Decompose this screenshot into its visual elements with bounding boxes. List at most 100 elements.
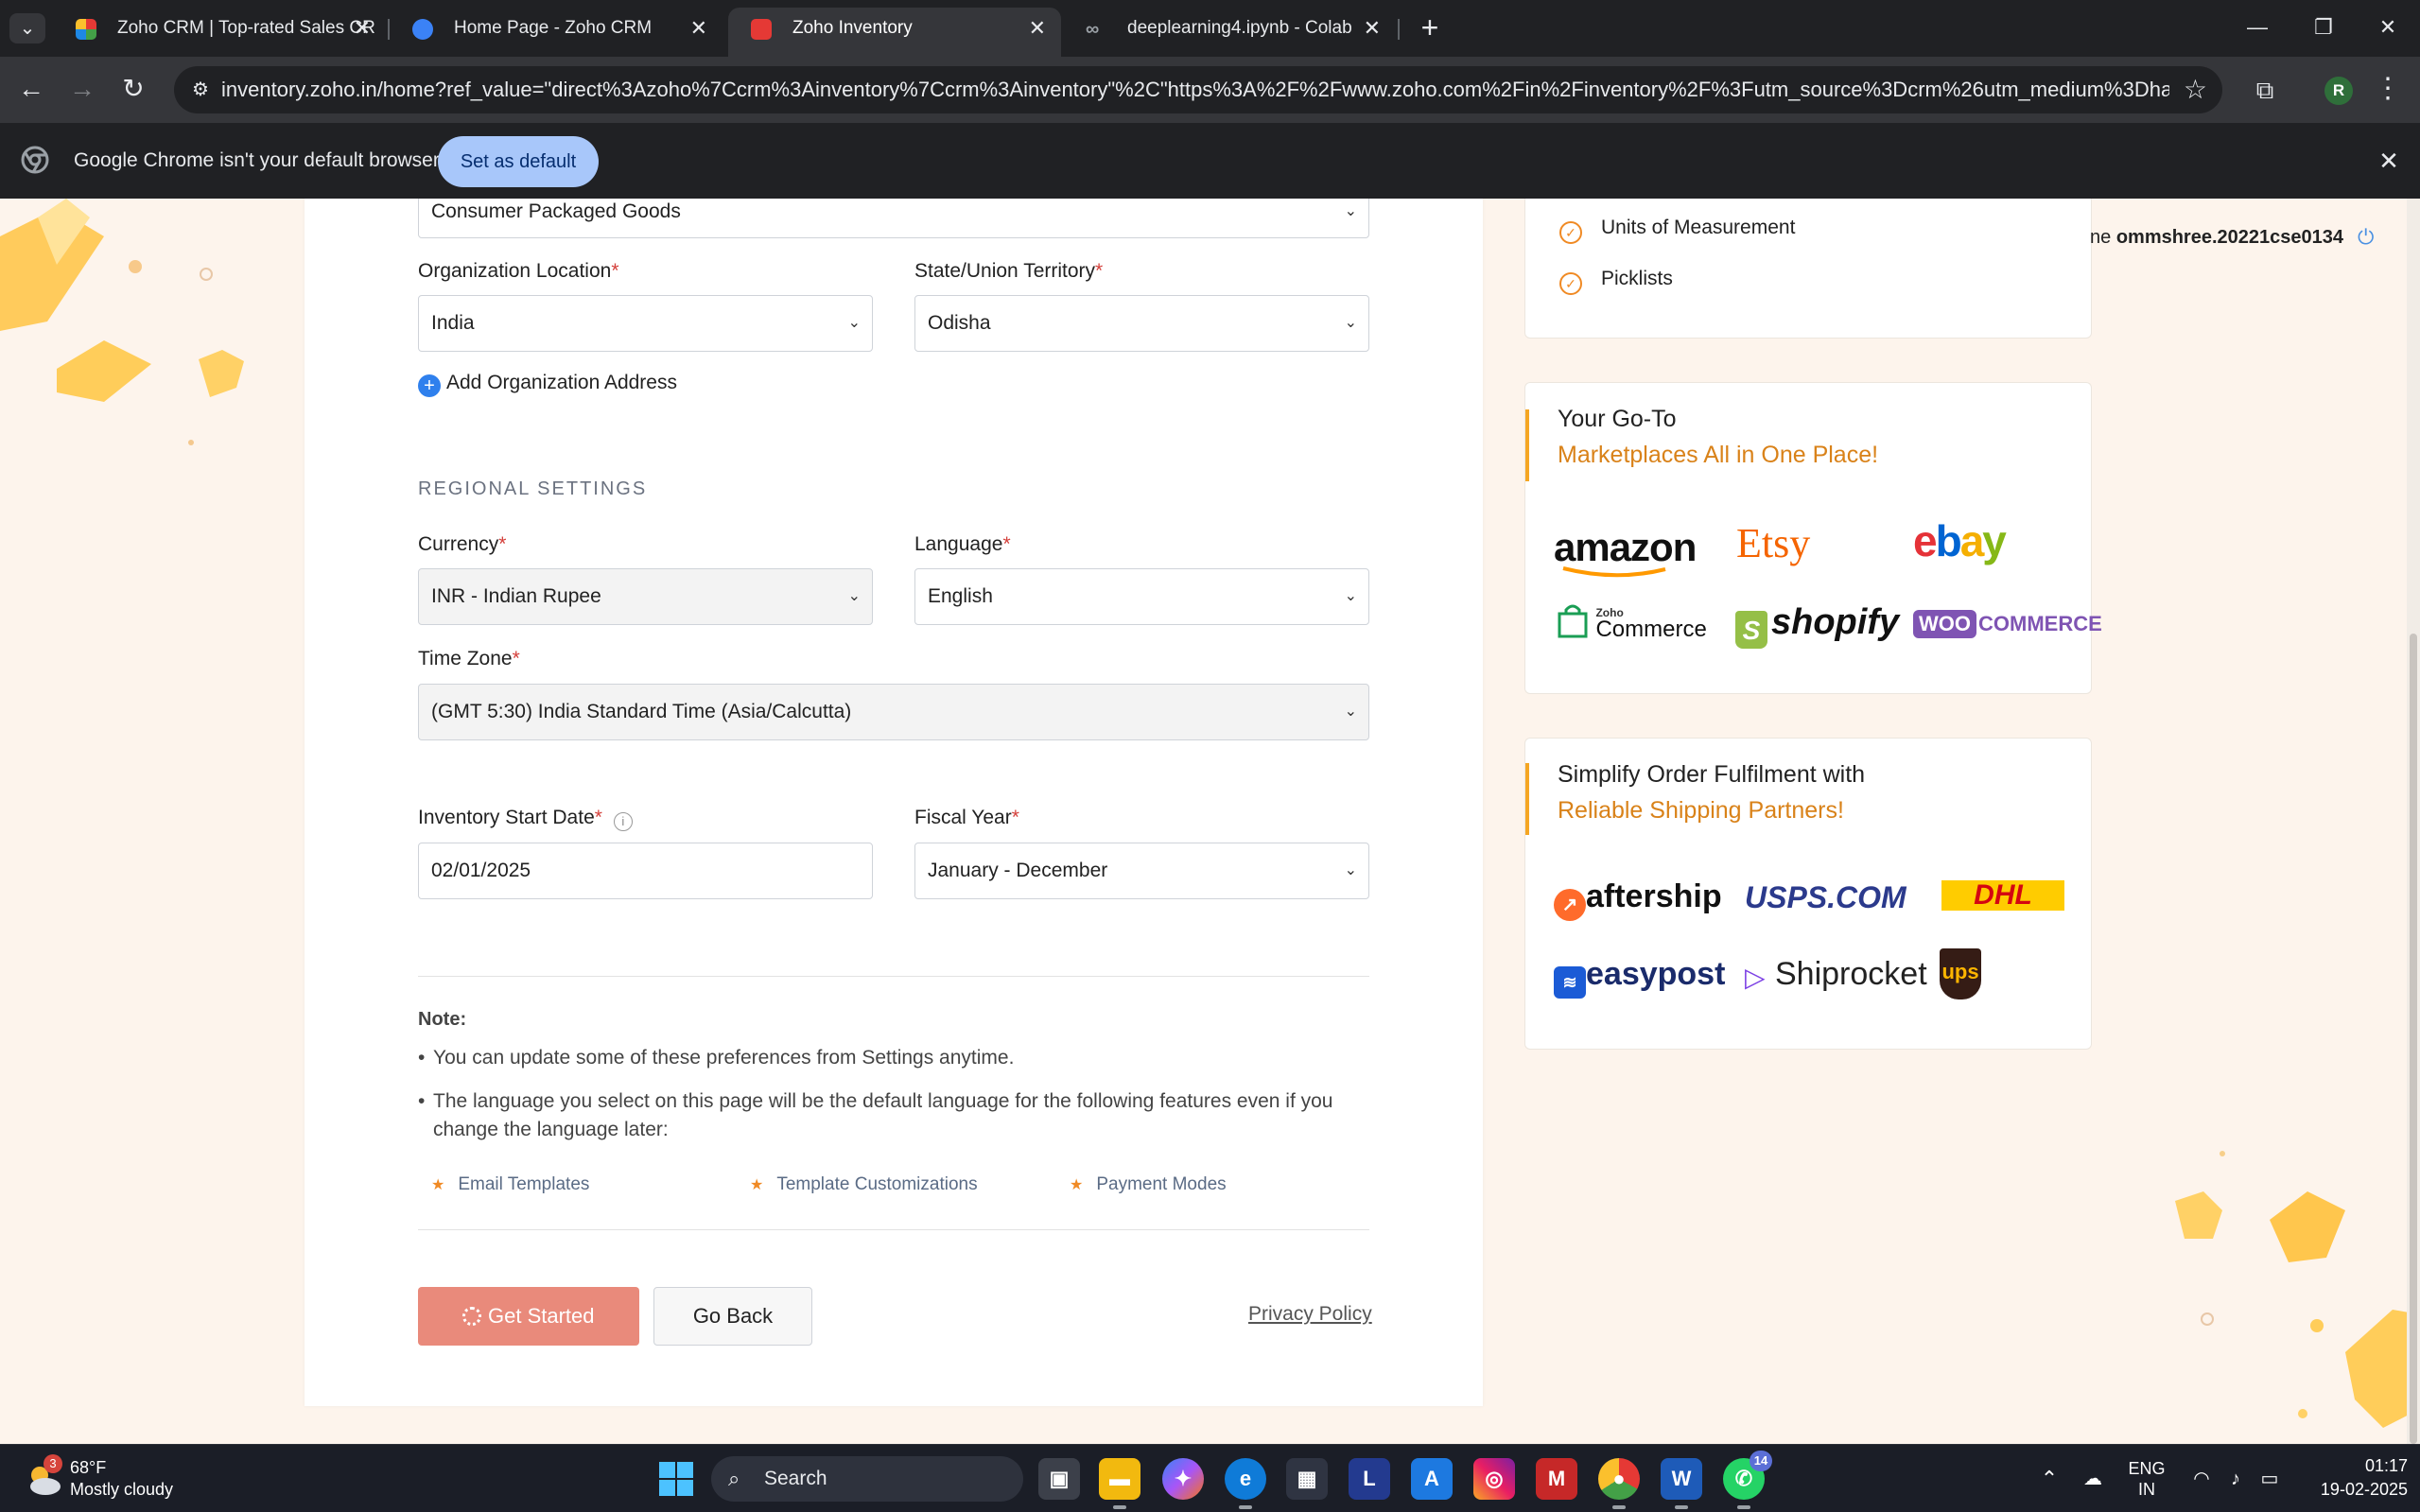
dhl-logo: DHL [1941, 880, 2064, 911]
l-app-icon[interactable]: L [1349, 1458, 1390, 1500]
feature-email-templates: ★ Email Templates [431, 1174, 590, 1194]
close-window-button[interactable]: ✕ [2355, 0, 2420, 57]
instagram-icon[interactable]: ◎ [1473, 1458, 1515, 1500]
forward-button[interactable]: → [64, 72, 100, 108]
checklist-card: ✓ Units of Measurement ✓ Picklists [1524, 199, 2092, 339]
org-location-select[interactable]: India ⌄ [418, 295, 873, 352]
whatsapp-icon[interactable]: ✆ 14 [1723, 1451, 1772, 1509]
scrollbar-thumb[interactable] [2410, 634, 2417, 1444]
close-icon[interactable]: ✕ [1029, 8, 1046, 49]
state-value: Odisha [928, 312, 991, 334]
chrome-icon[interactable]: ● [1598, 1458, 1640, 1509]
restore-button[interactable]: ❐ [2290, 0, 2357, 57]
task-view-icon[interactable]: ▣ [1038, 1458, 1080, 1500]
microsoft-store-icon[interactable]: ▦ [1286, 1458, 1328, 1500]
edge-icon[interactable]: e [1225, 1458, 1266, 1509]
weather-badge: 3 [44, 1454, 62, 1473]
star-icon: ★ [431, 1177, 445, 1193]
page-scrollbar[interactable] [2407, 199, 2420, 1444]
star-icon: ★ [1070, 1177, 1084, 1193]
check-circle-icon: ✓ [1559, 272, 1582, 295]
back-button[interactable]: ← [13, 72, 49, 108]
close-icon[interactable]: ✕ [690, 8, 707, 49]
org-location-label: Organization Location* [418, 260, 619, 282]
tab-colab[interactable]: ∞ deeplearning4.ipynb - Colab ✕ [1063, 8, 1396, 57]
chrome-menu-icon[interactable]: ⋮ [2374, 72, 2402, 108]
language-indicator[interactable]: ENG IN [2118, 1445, 2175, 1512]
file-explorer-icon[interactable]: ▬ [1099, 1458, 1140, 1509]
word-icon[interactable]: W [1661, 1458, 1702, 1509]
zoho-inventory-favicon-icon [751, 19, 772, 40]
add-org-address-link[interactable]: + Add Organization Address [418, 372, 677, 397]
system-clock[interactable]: 01:17 19-02-2025 [2294, 1454, 2408, 1502]
state-select[interactable]: Odisha ⌄ [914, 295, 1369, 352]
privacy-policy-link[interactable]: Privacy Policy [1248, 1303, 1372, 1326]
fiscal-year-select[interactable]: January - December ⌄ [914, 843, 1369, 899]
tab-zoho-inventory[interactable]: Zoho Inventory ✕ [728, 8, 1061, 57]
chevron-down-icon: ⌄ [847, 315, 861, 331]
wifi-icon[interactable]: ◠ [2186, 1445, 2217, 1512]
tab-title: Zoho CRM | Top-rated Sales CR [117, 18, 375, 38]
shipping-heading: Simplify Order Fulfilment with [1558, 761, 1866, 788]
volume-icon[interactable]: ♪ [2220, 1445, 2251, 1512]
url-text[interactable]: inventory.zoho.in/home?ref_value="direct… [221, 66, 2169, 113]
timezone-label: Time Zone* [418, 648, 520, 669]
note-item: The language you select on this page wil… [418, 1087, 1369, 1144]
weather-widget[interactable]: 3 68°F Mostly cloudy [25, 1454, 214, 1503]
industry-value: Consumer Packaged Goods [431, 200, 681, 222]
aftership-logo: ↗ aftership [1554, 878, 1722, 921]
new-tab-button[interactable]: + [1413, 11, 1447, 45]
tab-search-button[interactable]: ⌄ [9, 13, 45, 43]
go-back-button[interactable]: Go Back [653, 1287, 812, 1346]
industry-select[interactable]: Consumer Packaged Goods ⌄ [418, 199, 1369, 238]
info-icon[interactable]: i [613, 812, 633, 831]
defender-tray-icon[interactable]: ☁ [2077, 1445, 2109, 1512]
minimize-button[interactable]: — [2224, 0, 2290, 57]
zoho-crm-favicon-icon [76, 19, 96, 40]
address-bar[interactable]: ⚙ inventory.zoho.in/home?ref_value="dire… [174, 66, 2222, 113]
chevron-up-icon[interactable]: ⌃ [2033, 1445, 2065, 1512]
profile-avatar[interactable]: R [2324, 77, 2353, 105]
windows-start-icon[interactable] [658, 1461, 694, 1497]
timezone-select[interactable]: (GMT 5:30) India Standard Time (Asia/Cal… [418, 684, 1369, 740]
taskbar-search[interactable]: ⌕ Search [711, 1456, 1023, 1502]
get-started-button[interactable]: Get Started [418, 1287, 639, 1346]
org-location-value: India [431, 312, 475, 334]
marketplaces-subheading: Marketplaces All in One Place! [1558, 442, 1879, 468]
set-as-default-button[interactable]: Set as default [438, 136, 599, 187]
copilot-icon[interactable]: ✦ [1162, 1458, 1204, 1500]
bookmark-star-icon[interactable]: ☆ [2184, 74, 2207, 106]
weather-temp: 68°F [70, 1458, 107, 1477]
ups-logo: ups [1940, 948, 1981, 999]
feature-payment-modes: ★ Payment Modes [1070, 1174, 1227, 1194]
close-icon[interactable]: ✕ [354, 8, 371, 49]
page-viewport: Consumer Packaged Goods ⌄ Organization L… [0, 199, 2420, 1444]
tab-title: Home Page - Zoho CRM [454, 18, 653, 38]
inventory-start-date-value: 02/01/2025 [431, 860, 531, 881]
divider [418, 1229, 1369, 1230]
marketplaces-heading: Your Go-To [1558, 406, 1677, 432]
mcafee-icon[interactable]: M [1536, 1458, 1577, 1500]
currency-select[interactable]: INR - Indian Rupee ⌄ [418, 568, 873, 625]
tab-separator [1398, 19, 1400, 40]
chevron-down-icon: ⌄ [1344, 315, 1357, 331]
browser-toolbar: ← → ↻ ⚙ inventory.zoho.in/home?ref_value… [0, 57, 2420, 123]
extensions-icon[interactable]: ⧉ [2249, 74, 2281, 106]
state-label: State/Union Territory* [914, 260, 1104, 282]
search-icon: ⌕ [728, 1467, 740, 1490]
note-title: Note: [418, 1009, 467, 1030]
language-label: Language* [914, 533, 1011, 555]
plus-circle-icon: + [418, 374, 441, 397]
language-select[interactable]: English ⌄ [914, 568, 1369, 625]
power-icon[interactable]: ⏻ [2358, 225, 2374, 250]
inventory-start-date-input[interactable]: 02/01/2025 [418, 843, 873, 899]
tab-zoho-home[interactable]: Home Page - Zoho CRM ✕ [390, 8, 723, 57]
infobar-close-icon[interactable]: ✕ [2370, 142, 2408, 180]
battery-icon[interactable]: ▭ [2255, 1445, 2285, 1512]
autocad-icon[interactable]: A [1411, 1458, 1453, 1500]
tab-zoho-crm[interactable]: Zoho CRM | Top-rated Sales CR ✕ [53, 8, 386, 57]
site-info-icon[interactable]: ⚙ [187, 77, 214, 103]
close-icon[interactable]: ✕ [1364, 8, 1381, 49]
reload-button[interactable]: ↻ [115, 72, 151, 108]
fiscal-year-label: Fiscal Year* [914, 807, 1019, 828]
